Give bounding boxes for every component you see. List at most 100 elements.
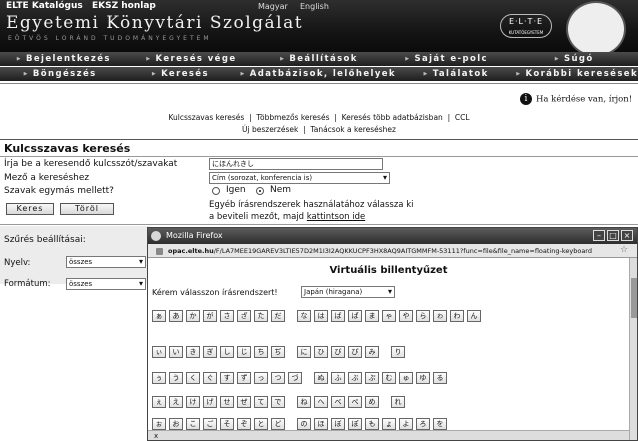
nav-results[interactable]: Találatok — [396, 69, 516, 79]
keyboard-key[interactable]: れ — [391, 396, 405, 408]
keyboard-key[interactable]: ぅ — [152, 372, 166, 384]
keyboard-key[interactable]: ん — [467, 310, 481, 322]
search-button[interactable]: Keres — [6, 203, 54, 215]
keyboard-key[interactable]: し — [220, 346, 234, 358]
keyboard-key[interactable]: ず — [237, 372, 251, 384]
keyboard-key[interactable]: ぇ — [152, 396, 166, 408]
keyboard-key[interactable]: ぢ — [271, 346, 285, 358]
keyboard-key[interactable]: ち — [254, 346, 268, 358]
keyboard-key[interactable]: さ — [220, 310, 234, 322]
keyboard-key[interactable]: ゅ — [399, 372, 413, 384]
nav-search[interactable]: Keresés — [120, 69, 240, 79]
keyboard-key[interactable]: ぽ — [348, 418, 362, 430]
keyboard-key[interactable]: や — [399, 310, 413, 322]
keyboard-key[interactable]: ぜ — [237, 396, 251, 408]
keyboard-key[interactable]: ぼ — [331, 418, 345, 430]
keyboard-key[interactable]: す — [220, 372, 234, 384]
keyboard-key[interactable]: ゃ — [382, 310, 396, 322]
keyboard-key[interactable]: る — [433, 372, 447, 384]
keyboard-key[interactable]: だ — [271, 310, 285, 322]
url-bar[interactable]: opac.elte.hu/F/LA7MEE19GAREV3LTIE57D2M1I… — [148, 244, 637, 258]
keyboard-key[interactable]: ぱ — [348, 310, 362, 322]
keyboard-key[interactable]: め — [365, 396, 379, 408]
keyboard-key[interactable]: く — [186, 372, 200, 384]
bookmark-star-icon[interactable]: ☆ — [620, 245, 628, 255]
keyboard-key[interactable]: ば — [331, 310, 345, 322]
keyboard-key[interactable]: え — [169, 396, 183, 408]
catalog-link[interactable]: ELTE Katalógus — [6, 1, 83, 11]
keyboard-key[interactable]: が — [203, 310, 217, 322]
keyboard-key[interactable]: ぐ — [203, 372, 217, 384]
adjacent-no-radio[interactable] — [256, 187, 264, 195]
keyboard-key[interactable]: と — [254, 418, 268, 430]
keyboard-key[interactable]: む — [382, 372, 396, 384]
keyboard-key[interactable]: ど — [271, 418, 285, 430]
keyboard-key[interactable]: で — [271, 396, 285, 408]
keyboard-key[interactable]: ら — [416, 310, 430, 322]
keyboard-key[interactable]: は — [314, 310, 328, 322]
link-new-acquisitions[interactable]: Új beszerzések — [242, 125, 298, 134]
keyboard-key[interactable]: の — [297, 418, 311, 430]
lang-english-link[interactable]: English — [300, 2, 329, 11]
eksz-homepage-link[interactable]: EKSZ honlap — [92, 1, 156, 11]
keyboard-key[interactable]: っ — [254, 372, 268, 384]
keyboard-key[interactable]: け — [186, 396, 200, 408]
scrollbar[interactable] — [629, 258, 637, 440]
keyboard-key[interactable]: わ — [450, 310, 464, 322]
keyboard-key[interactable]: ひ — [314, 346, 328, 358]
keyboard-key[interactable]: へ — [314, 396, 328, 408]
field-select[interactable]: Cím (sorozat, konferencia is) — [209, 172, 390, 184]
keyboard-key[interactable]: み — [365, 346, 379, 358]
keyboard-key[interactable]: つ — [271, 372, 285, 384]
keyboard-key[interactable]: お — [169, 418, 183, 430]
nav-previous-searches[interactable]: Korábbi keresések — [516, 69, 638, 79]
link-multifield-search[interactable]: Többmezős keresés — [256, 113, 329, 122]
format-select[interactable]: összes — [66, 278, 146, 290]
link-ccl[interactable]: CCL — [455, 113, 470, 122]
keyboard-key[interactable]: ぬ — [314, 372, 328, 384]
keyboard-key[interactable]: も — [365, 418, 379, 430]
keyboard-key[interactable]: か — [186, 310, 200, 322]
lang-hungarian-link[interactable]: Magyar — [258, 2, 288, 11]
keyword-input[interactable]: にほんれきし — [209, 158, 383, 170]
keyboard-key[interactable]: ふ — [331, 372, 345, 384]
keyboard-key[interactable]: き — [186, 346, 200, 358]
link-search-tips[interactable]: Tanácsok a kereséshez — [310, 125, 396, 134]
link-multidb-search[interactable]: Keresés több adatbázisban — [342, 113, 443, 122]
keyboard-key[interactable]: ゆ — [416, 372, 430, 384]
window-statusbar[interactable]: x — [148, 430, 629, 440]
adjacent-yes-radio[interactable] — [212, 187, 220, 195]
keyboard-key[interactable]: こ — [186, 418, 200, 430]
keyboard-key[interactable]: て — [254, 396, 268, 408]
nav-end-search[interactable]: Keresés vége — [128, 54, 256, 64]
keyboard-key[interactable]: ざ — [237, 310, 251, 322]
keyboard-key[interactable]: べ — [331, 396, 345, 408]
keyboard-key[interactable]: づ — [288, 372, 302, 384]
keyboard-key[interactable]: い — [169, 346, 183, 358]
keyboard-key[interactable]: た — [254, 310, 268, 322]
clear-button[interactable]: Töröl — [60, 203, 114, 215]
keyboard-key[interactable]: あ — [169, 310, 183, 322]
keyboard-key[interactable]: な — [297, 310, 311, 322]
nav-settings[interactable]: Beállítások — [255, 54, 383, 64]
keyboard-key[interactable]: ぉ — [152, 418, 166, 430]
maximize-icon[interactable]: □ — [607, 230, 619, 241]
keyboard-key[interactable]: ご — [203, 418, 217, 430]
window-titlebar[interactable]: Mozilla Firefox — [148, 228, 637, 244]
keyboard-key[interactable]: ぶ — [348, 372, 362, 384]
keyboard-key[interactable]: う — [169, 372, 183, 384]
keyboard-key[interactable]: び — [331, 346, 345, 358]
keyboard-key[interactable]: ぞ — [237, 418, 251, 430]
help-contact[interactable]: i Ha kérdése van, írjon! — [520, 93, 632, 105]
keyboard-key[interactable]: ゎ — [433, 310, 447, 322]
virtual-keyboard-link[interactable]: kattintson ide — [307, 212, 365, 222]
nav-help[interactable]: Súgó — [510, 54, 638, 64]
keyboard-key[interactable]: げ — [203, 396, 217, 408]
keyboard-key[interactable]: ね — [297, 396, 311, 408]
nav-my-shelf[interactable]: Saját e-polc — [383, 54, 511, 64]
minimize-icon[interactable]: – — [593, 230, 605, 241]
nav-browse[interactable]: Böngészés — [0, 69, 120, 79]
keyboard-key[interactable]: ぷ — [365, 372, 379, 384]
keyboard-key[interactable]: り — [391, 346, 405, 358]
script-select[interactable]: Japán (hiragana) — [301, 286, 395, 298]
